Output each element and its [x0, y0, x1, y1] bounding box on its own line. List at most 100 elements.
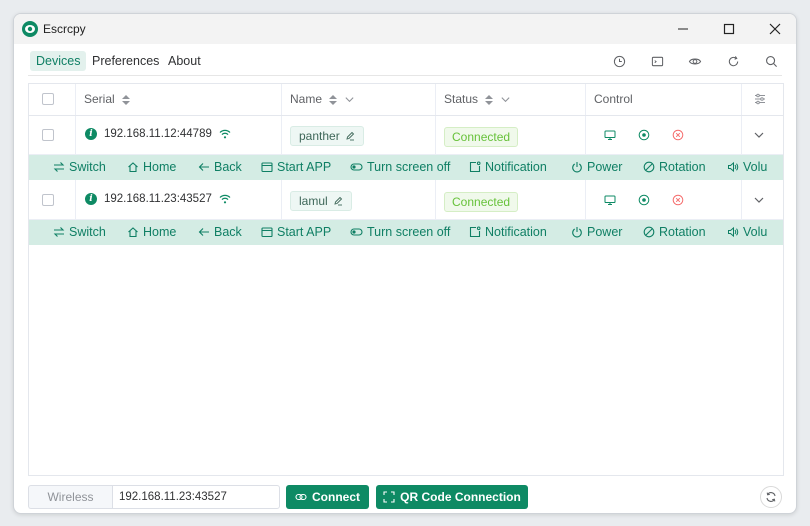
history-icon[interactable]	[611, 53, 627, 69]
chevron-down-icon	[754, 197, 764, 203]
serial-text: 192.168.11.23:43527	[104, 193, 212, 205]
column-divider	[281, 116, 282, 155]
table-row: i 192.168.11.12:44789 panther Connected	[29, 116, 783, 155]
app-window: Escrcpy Devices Preferences About Serial…	[13, 13, 797, 514]
header-control: Control	[594, 84, 633, 115]
close-circle-icon	[672, 194, 684, 206]
action-label: Power	[587, 160, 623, 174]
column-divider	[75, 180, 76, 220]
qr-code-connection-button[interactable]: QR Code Connection	[376, 485, 528, 509]
device-name: panther	[299, 129, 340, 143]
arrow-left-icon	[198, 163, 209, 171]
arrow-left-icon	[198, 228, 209, 236]
sort-icon	[329, 94, 338, 105]
volume-action[interactable]: Volu	[727, 160, 767, 174]
disconnect-button[interactable]	[672, 129, 684, 141]
action-label: Notification	[485, 160, 547, 174]
action-label: Volu	[743, 225, 768, 239]
tab-devices[interactable]: Devices	[30, 51, 87, 71]
home-action[interactable]: Home	[127, 225, 176, 239]
app-window-icon	[261, 162, 273, 173]
row-checkbox[interactable]	[42, 194, 54, 206]
rotation-icon	[643, 161, 655, 173]
record-button[interactable]	[638, 129, 650, 141]
action-label: Start APP	[277, 225, 332, 239]
expand-row-button[interactable]	[753, 194, 765, 206]
home-icon	[128, 162, 138, 173]
header-status[interactable]: Status	[444, 84, 511, 115]
start-app-action[interactable]: Start APP	[261, 225, 331, 239]
volume-action[interactable]: Volu	[727, 225, 767, 239]
link-icon	[295, 493, 307, 501]
notification-action[interactable]: Notification	[469, 225, 547, 239]
switch-action[interactable]: Switch	[53, 160, 106, 174]
record-icon	[638, 129, 650, 141]
mirror-button[interactable]	[604, 129, 616, 141]
device-name-tag[interactable]: panther	[290, 126, 364, 146]
device-action-bar: Switch Home Back Start APP Turn screen o…	[29, 220, 783, 245]
home-action[interactable]: Home	[127, 160, 176, 174]
terminal-icon[interactable]	[649, 53, 665, 69]
eye-icon[interactable]	[687, 53, 703, 69]
back-action[interactable]: Back	[198, 225, 242, 239]
connect-button[interactable]: Connect	[286, 485, 369, 509]
maximize-button[interactable]	[706, 14, 752, 44]
start-app-action[interactable]: Start APP	[261, 160, 331, 174]
refresh-icon[interactable]	[725, 53, 741, 69]
notification-icon	[469, 226, 481, 238]
search-icon[interactable]	[763, 53, 779, 69]
column-settings-icon[interactable]	[754, 93, 766, 105]
device-serial: i 192.168.11.23:43527	[85, 193, 231, 205]
header-status-label: Status	[444, 92, 479, 106]
monitor-icon	[604, 195, 616, 205]
close-button[interactable]	[752, 14, 796, 44]
header-serial[interactable]: Serial	[84, 84, 131, 115]
nav-divider	[28, 75, 782, 76]
action-label: Back	[214, 160, 242, 174]
device-name-tag[interactable]: lamul	[290, 191, 352, 211]
wireless-address-input[interactable]	[112, 485, 280, 509]
turn-screen-off-action[interactable]: Turn screen off	[350, 160, 450, 174]
back-action[interactable]: Back	[198, 160, 242, 174]
turn-screen-off-action[interactable]: Turn screen off	[350, 225, 450, 239]
select-all-checkbox[interactable]	[42, 93, 54, 105]
column-divider	[281, 180, 282, 220]
wireless-label: Wireless	[28, 485, 112, 509]
monitor-icon	[604, 130, 616, 140]
filter-chevron-down-icon[interactable]	[344, 94, 355, 105]
info-icon[interactable]: i	[85, 128, 97, 140]
edit-icon[interactable]	[333, 196, 343, 206]
column-divider	[741, 84, 742, 115]
disconnect-button[interactable]	[672, 194, 684, 206]
column-divider	[741, 180, 742, 220]
switch-action[interactable]: Switch	[53, 225, 106, 239]
column-divider	[281, 84, 282, 115]
power-action[interactable]: Power	[571, 225, 622, 239]
refresh-devices-button[interactable]	[760, 486, 782, 508]
tab-preferences[interactable]: Preferences	[86, 51, 165, 71]
filter-chevron-down-icon[interactable]	[500, 94, 511, 105]
device-action-bar: Switch Home Back Start APP Turn screen o…	[29, 155, 783, 180]
minimize-button[interactable]	[660, 14, 706, 44]
notification-action[interactable]: Notification	[469, 160, 547, 174]
mirror-button[interactable]	[604, 194, 616, 206]
rotation-action[interactable]: Rotation	[643, 225, 706, 239]
rotation-action[interactable]: Rotation	[643, 160, 706, 174]
edit-icon[interactable]	[345, 131, 355, 141]
expand-row-button[interactable]	[753, 129, 765, 141]
action-label: Rotation	[659, 160, 706, 174]
volume-icon	[728, 226, 739, 238]
info-icon[interactable]: i	[85, 193, 97, 205]
top-nav: Devices Preferences About	[14, 44, 796, 76]
window-title: Escrcpy	[43, 22, 86, 36]
power-action[interactable]: Power	[571, 160, 622, 174]
sort-icon	[485, 94, 494, 105]
device-table: Serial Name Status Control i 192.168.11.…	[28, 83, 784, 476]
tab-about[interactable]: About	[162, 51, 207, 71]
row-checkbox[interactable]	[42, 129, 54, 141]
record-button[interactable]	[638, 194, 650, 206]
action-label: Power	[587, 225, 623, 239]
header-name[interactable]: Name	[290, 84, 355, 115]
wifi-icon	[219, 129, 231, 139]
table-row: i 192.168.11.23:43527 lamul Connected	[29, 180, 783, 220]
